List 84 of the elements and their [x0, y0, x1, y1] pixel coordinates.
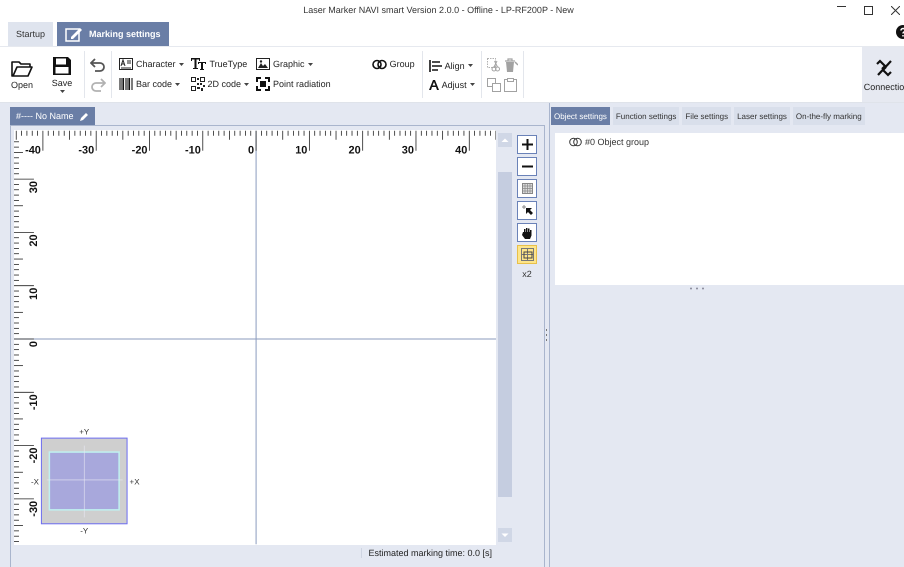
- align-button[interactable]: Align: [428, 58, 476, 72]
- graphic-button[interactable]: Graphic: [255, 57, 332, 71]
- tree-item[interactable]: #0 Object group: [569, 137, 904, 147]
- settings-tab[interactable]: On-the-fly marking: [792, 107, 865, 125]
- truetype-icon: [190, 58, 207, 70]
- broken-link-icon: [874, 58, 894, 78]
- splitter-grip-icon[interactable]: [545, 328, 548, 342]
- ruler-label: -30: [78, 144, 94, 157]
- preview-label: +X: [130, 477, 140, 486]
- ruler-label: 10: [28, 288, 40, 300]
- folder-icon: [11, 60, 33, 78]
- settings-tab[interactable]: File settings: [682, 107, 732, 125]
- point-button[interactable]: Point radiation: [255, 76, 332, 92]
- redo-icon: [90, 78, 106, 92]
- preview-label: -Y: [80, 526, 88, 536]
- ribbon-tab[interactable]: Marking settings: [57, 22, 169, 46]
- ruler-label: -20: [28, 448, 40, 464]
- settings-tab[interactable]: Object settings: [551, 107, 610, 125]
- maximize-icon[interactable]: [864, 6, 873, 14]
- undo-icon: [90, 58, 106, 72]
- ruler-label: -10: [28, 394, 40, 410]
- ribbon-tab[interactable]: Startup: [8, 22, 54, 46]
- edit-icon: [65, 26, 84, 42]
- adjust-button[interactable]: Adjust: [428, 78, 476, 90]
- ruler-label: -40: [25, 144, 41, 157]
- ruler-label: 10: [295, 144, 308, 157]
- letter-a-icon: [428, 80, 439, 90]
- resize-grip-icon[interactable]: [689, 287, 705, 290]
- grid-icon: [522, 183, 533, 194]
- ruler-label: -30: [28, 500, 40, 517]
- preview-label: -X: [30, 477, 39, 486]
- grid-button[interactable]: [517, 179, 538, 198]
- ruler-label: 40: [455, 144, 468, 157]
- align-icon: [428, 60, 442, 72]
- group-button[interactable]: Group: [370, 58, 416, 70]
- canvas-background[interactable]: -40 -30 -20 -10 0 10 20 30 40 30 20 10 0 -10 -20 -30 +Y -X +X -Y: [14, 130, 496, 545]
- text-box-icon: [119, 58, 133, 70]
- settings-tab[interactable]: Function settings: [612, 107, 680, 125]
- pencil-icon: [80, 112, 89, 120]
- zoom-out-button[interactable]: [517, 157, 538, 176]
- ruler-label: -20: [132, 144, 148, 157]
- ruler-label: 30: [402, 144, 414, 157]
- scissors-icon: [486, 58, 500, 72]
- clipboard-icon: [504, 78, 517, 92]
- hand-icon: [522, 226, 532, 238]
- character-button[interactable]: Character: [118, 57, 185, 71]
- document-tab[interactable]: #---- No Name: [10, 107, 95, 125]
- fit-button[interactable]: [517, 245, 538, 264]
- barcode-icon: [119, 78, 133, 90]
- save-button[interactable]: Save: [45, 54, 79, 95]
- connection-button[interactable]: Connectio: [862, 47, 904, 102]
- undo-button[interactable]: [90, 58, 106, 72]
- image-icon: [256, 58, 270, 70]
- qr-code-icon: [190, 77, 205, 91]
- button-label: Open: [10, 80, 34, 90]
- zoom-level: x2: [522, 269, 532, 279]
- copy-icon: [486, 78, 501, 92]
- point-radiation-icon: [256, 77, 270, 91]
- ruler-label: -10: [184, 144, 201, 157]
- barcode-button[interactable]: Bar code: [118, 77, 185, 91]
- button-label: Save: [52, 78, 72, 88]
- ruler-label: 30: [28, 181, 40, 194]
- settings-tab[interactable]: Laser settings: [734, 107, 790, 125]
- zoom-out-icon: [522, 165, 533, 168]
- trash-icon: [504, 58, 518, 72]
- group-icon: [372, 58, 387, 70]
- group-icon: [569, 137, 582, 147]
- truetype-button[interactable]: TrueType: [190, 57, 250, 71]
- ruler-label: 0: [28, 340, 40, 348]
- ruler-label: 20: [348, 144, 361, 157]
- hand-button[interactable]: [517, 223, 538, 242]
- preview-label: +Y: [79, 428, 90, 437]
- qrcode-button[interactable]: 2D code: [190, 76, 250, 92]
- estimated-time-text: Estimated marking time: 0.0 [s]: [361, 548, 492, 558]
- ruler-label: 0: [248, 144, 254, 157]
- zoom-in-icon: [522, 139, 533, 150]
- cursor-icon: [522, 205, 533, 216]
- open-button[interactable]: Open: [5, 58, 39, 92]
- window-title: Laser Marker NAVI smart Version 2.0.0 - Offline - LP-RF200P - New: [302, 5, 575, 15]
- select-button[interactable]: [517, 201, 538, 220]
- zoom-in-button[interactable]: [517, 135, 538, 154]
- close-icon[interactable]: [891, 6, 900, 14]
- fit-view-icon: [520, 248, 534, 261]
- ruler-label: 20: [28, 234, 40, 247]
